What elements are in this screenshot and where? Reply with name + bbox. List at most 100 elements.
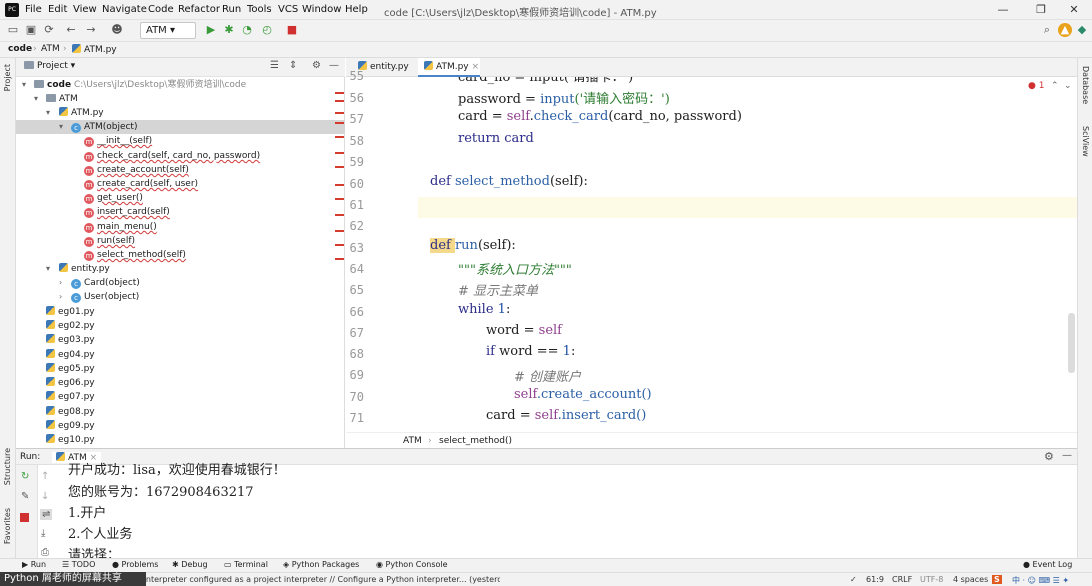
editor-crumb-class[interactable]: ATM [403,436,422,446]
favorites-tool-tab[interactable]: Favorites [3,508,12,544]
indent-setting[interactable]: 4 spaces [953,575,988,584]
tab-run[interactable]: ▶ Run [22,560,46,569]
tab-event-log[interactable]: ● Event Log [1023,560,1072,569]
back-icon[interactable]: ← [64,23,78,37]
database-tool-tab[interactable]: Database [1081,66,1090,104]
minimize-button[interactable]: — [985,1,1021,19]
tree-class-user[interactable]: c User(object) [71,290,139,304]
menu-code[interactable]: Code [148,4,174,15]
collapse-all-icon[interactable]: ☰ [270,60,279,71]
wrench-icon[interactable]: ✎ [21,491,29,502]
tree-file[interactable]: eg02.py [46,319,95,333]
search-icon[interactable]: ⌕ [1040,23,1054,37]
error-indicator[interactable]: ● 1 [1028,81,1044,91]
status-message[interactable]: No Python interpreter configured as a pr… [100,575,500,584]
tree-file[interactable]: eg08.py [46,405,95,419]
project-tool-tab[interactable]: Project [3,64,12,91]
scroll-end-icon[interactable]: ⤓ [41,528,45,539]
tab-python-packages[interactable]: ◈ Python Packages [283,560,359,569]
tree-folder-atm[interactable]: ATM [46,92,78,106]
user-icon[interactable]: ☻ [110,23,124,37]
hide-panel-icon[interactable]: — [329,60,339,71]
print-icon[interactable]: ⎙ [41,547,49,558]
close-button[interactable]: ✕ [1056,1,1092,19]
menu-file[interactable]: File [25,4,42,15]
expand-all-icon[interactable]: ⇕ [289,60,297,71]
stop-run-icon[interactable] [20,513,29,522]
scroll-up-icon[interactable]: ↑ [41,471,49,482]
tree-file[interactable]: eg04.py [46,348,95,362]
structure-tool-tab[interactable]: Structure [3,448,12,485]
tree-method[interactable]: m get_user() [84,191,143,205]
tree-method[interactable]: m __init__(self) [84,134,152,148]
menu-view[interactable]: View [73,4,97,15]
menu-edit[interactable]: Edit [48,4,67,15]
tree-method[interactable]: m run(self) [84,234,135,248]
menu-vcs[interactable]: VCS [278,4,298,15]
tree-file[interactable]: eg07.py [46,390,95,404]
run-hide-icon[interactable]: — [1062,450,1072,461]
run-config-select[interactable]: ATM ▾ [140,22,196,39]
scroll-down-icon[interactable]: ↓ [41,491,49,502]
menu-tools[interactable]: Tools [247,4,272,15]
update-icon[interactable]: ▲ [1058,23,1072,37]
rerun-icon[interactable]: ↻ [21,471,29,482]
soft-wrap-icon[interactable]: ⇌ [40,509,53,520]
menu-run[interactable]: Run [222,4,241,15]
menu-refactor[interactable]: Refactor [178,4,220,15]
tab-terminal[interactable]: ▭ Terminal [224,560,268,569]
editor-scrollbar[interactable] [1068,313,1075,373]
tab-python-console[interactable]: ◉ Python Console [376,560,448,569]
tree-file[interactable]: eg09.py [46,419,95,433]
save-icon[interactable]: ▣ [24,23,38,37]
tree-file[interactable]: eg01.py [46,305,95,319]
sciview-tool-tab[interactable]: SciView [1081,126,1090,157]
run-settings-icon[interactable]: ⚙ [1044,450,1054,463]
tree-file-entity[interactable]: entity.py [59,262,110,276]
profile-icon[interactable]: ◴ [260,23,274,37]
tree-file[interactable]: eg03.py [46,333,95,347]
code-area[interactable]: card_no = input('请插卡：') password = input… [430,77,1077,432]
tab-todo[interactable]: ☰ TODO [62,560,95,569]
tree-file-atm[interactable]: ATM.py [59,106,104,120]
tree-class-card[interactable]: c Card(object) [71,276,140,290]
open-folder-icon[interactable]: ▭ [6,23,20,37]
tree-method[interactable]: m create_card(self, user) [84,177,198,191]
project-view-select[interactable]: Project ▾ [24,61,75,71]
run-icon[interactable]: ▶ [204,23,218,37]
file-encoding[interactable]: UTF-8 [920,575,943,584]
coverage-icon[interactable]: ◔ [240,23,254,37]
tab-problems[interactable]: ● Problems [112,560,158,569]
plugin-icon[interactable]: ◆ [1075,23,1089,37]
tree-root[interactable]: code C:\Users\jlz\Desktop\寒假师资培训\code [34,78,246,92]
navigation-bar: code › ATM › ATM.py [0,42,1092,58]
tree-method[interactable]: m check_card(self, card_no, password) [84,149,260,163]
settings-gear-icon[interactable]: ⚙ [312,60,321,71]
tree-method[interactable]: m create_account(self) [84,163,189,177]
menu-navigate[interactable]: Navigate [102,4,147,15]
prev-error-icon[interactable]: ⌃ [1051,81,1059,91]
tree-file[interactable]: eg05.py [46,362,95,376]
editor-crumb-method[interactable]: select_method() [439,436,512,446]
tree-method[interactable]: m insert_card(self) [84,205,170,219]
menu-help[interactable]: Help [345,4,368,15]
menu-window[interactable]: Window [302,4,341,15]
tree-method[interactable]: m select_method(self) [84,248,186,262]
breadcrumb-root[interactable]: code [8,44,32,54]
stop-icon[interactable]: ■ [285,23,299,37]
breadcrumb-file[interactable]: ATM.py [72,44,117,55]
tree-file[interactable]: eg06.py [46,376,95,390]
maximize-button[interactable]: ❐ [1023,1,1059,19]
forward-icon[interactable]: → [84,23,98,37]
breadcrumb-folder[interactable]: ATM [41,44,60,54]
line-separator[interactable]: CRLF [892,575,912,584]
debug-icon[interactable]: ✱ [222,23,236,37]
caret-position[interactable]: 61:9 [866,575,884,584]
next-error-icon[interactable]: ⌄ [1064,81,1072,91]
tab-atm-py[interactable]: ATM.py × [418,58,480,77]
tree-class-atm[interactable]: c ATM(object) [71,120,137,134]
tab-debug[interactable]: ✱ Debug [172,560,208,569]
sync-icon[interactable]: ⟳ [42,23,56,37]
tree-file[interactable]: eg10.py [46,433,95,447]
tree-method[interactable]: m main_menu() [84,220,157,234]
